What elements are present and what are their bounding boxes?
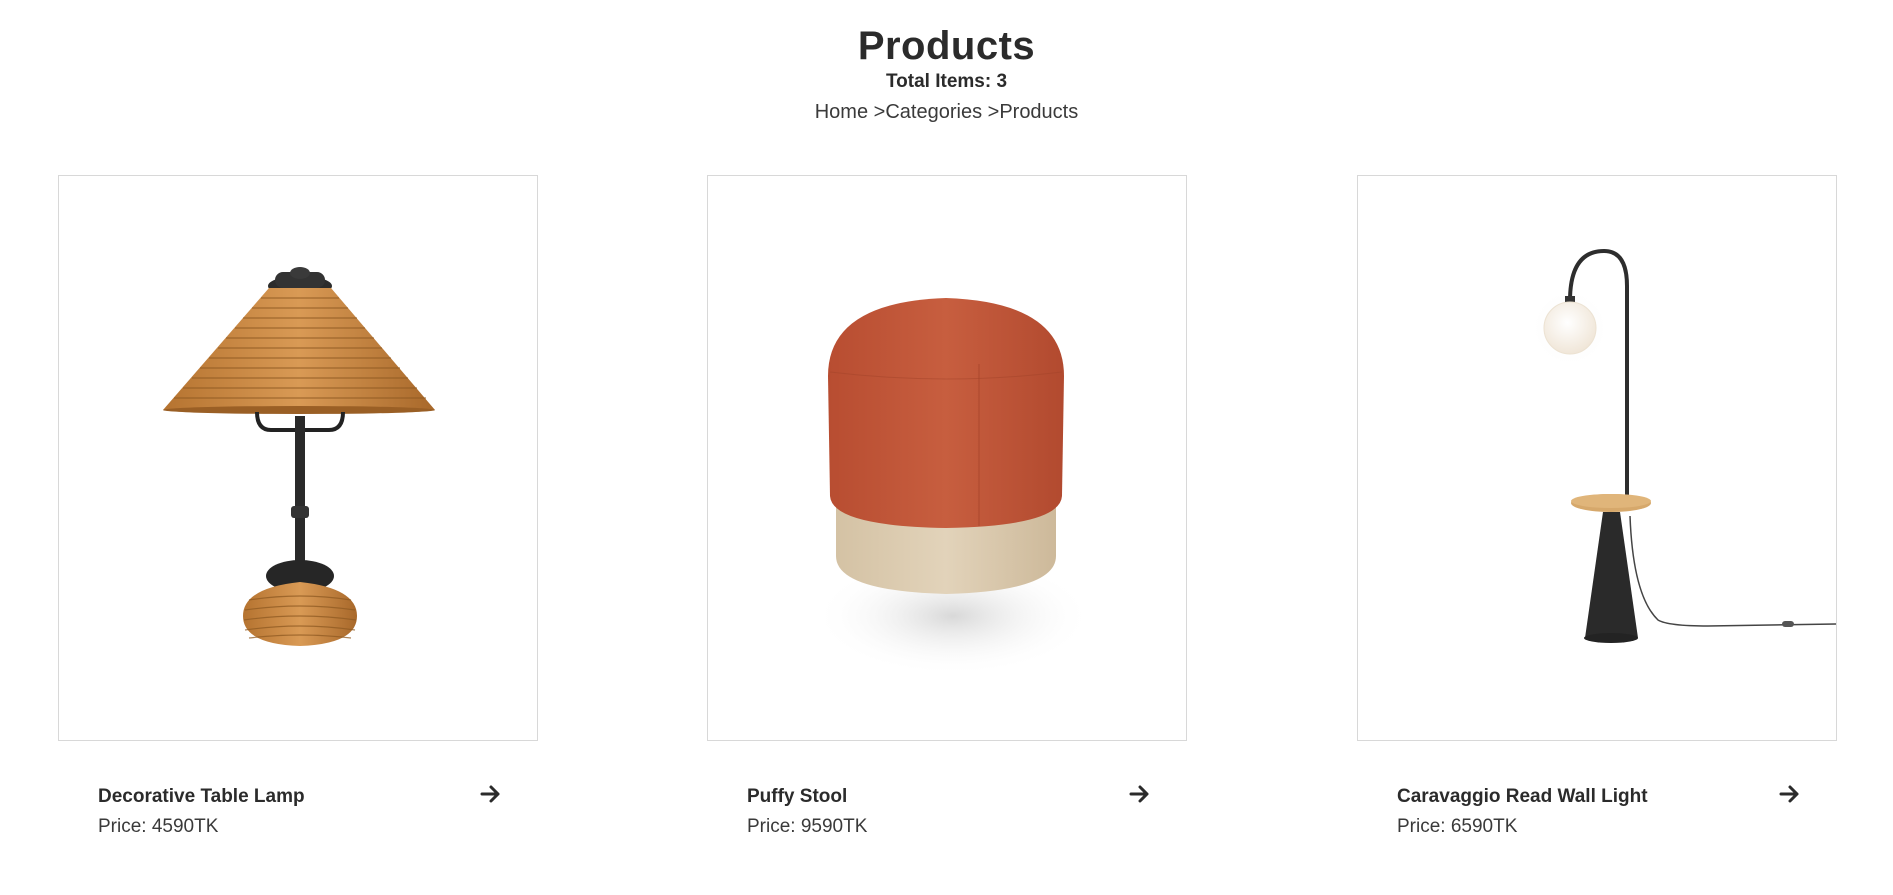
stool-image[interactable] (707, 175, 1187, 741)
breadcrumb-categories[interactable]: Categories (885, 101, 982, 123)
floor-lamp-illustration (1530, 248, 1836, 643)
arrow-right-icon[interactable] (1127, 781, 1153, 807)
breadcrumb-separator: > (982, 101, 1000, 123)
product-card[interactable]: Puffy Stool Price: 9590TK (707, 175, 1187, 837)
breadcrumb: Home >Categories >Products (0, 99, 1893, 125)
product-name[interactable]: Decorative Table Lamp (98, 785, 305, 809)
arrow-right-icon[interactable] (1777, 781, 1803, 807)
product-name[interactable]: Caravaggio Read Wall Light (1397, 785, 1648, 809)
product-name[interactable]: Puffy Stool (747, 785, 847, 809)
breadcrumb-home[interactable]: Home (815, 101, 868, 123)
product-card[interactable]: Caravaggio Read Wall Light Price: 6590TK (1357, 175, 1837, 837)
product-price: Price: 4590TK (98, 816, 219, 837)
table-lamp-illustration (163, 267, 435, 646)
page-title: Products (857, 24, 1036, 68)
breadcrumb-current: Products (999, 101, 1079, 123)
total-items-count: Total Items: 3 (885, 71, 1008, 92)
product-price: Price: 6590TK (1397, 816, 1518, 837)
breadcrumb-separator: > (868, 101, 886, 123)
product-card[interactable]: Decorative Table Lamp Price: 4590TK (58, 175, 538, 837)
stool-illustration (813, 298, 1093, 676)
arrow-right-icon[interactable] (478, 781, 504, 807)
floor-lamp-image[interactable] (1357, 175, 1837, 741)
table-lamp-image[interactable] (58, 175, 538, 741)
product-price: Price: 9590TK (747, 816, 868, 837)
